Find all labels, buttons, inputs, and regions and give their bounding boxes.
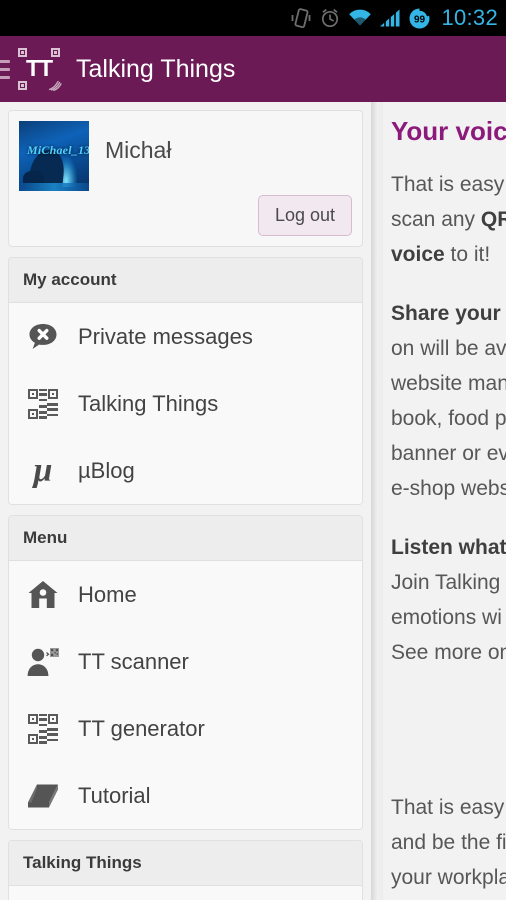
sidebar: MiChael_13 Michał Log out My account Pri… [0,102,371,900]
log-out-button[interactable]: Log out [257,195,352,236]
app-root: 99 10:32 TT Talking Things MiChael_13 Mi… [0,0,506,900]
signal-bars-icon [380,9,400,27]
content-heading: Your voice [391,116,506,146]
sidebar-item-label: Home [78,581,137,607]
profile-username: Michał [105,137,172,163]
qr-code-icon [23,388,63,419]
section-header-my-account: My account [9,258,362,303]
paragraph-text: book, food p [391,407,506,430]
sidebar-item-tt-scanner[interactable]: TT scanner [9,628,362,695]
sidebar-item-private-messages[interactable]: Private messages [9,303,362,370]
status-bar-clock: 10:32 [441,5,498,30]
home-icon [23,580,63,610]
paragraph-text: on will be av [391,337,506,360]
qr-code-icon [23,713,63,744]
vibrate-icon [292,8,311,29]
sidebar-item-label: Tutorial [78,782,151,808]
paragraph-text: See more on [391,641,506,664]
section-talking-things: Talking Things TT About the software [8,840,363,900]
section-header-talking-things: Talking Things [9,841,362,886]
paragraph-text: scan any [391,208,481,231]
sidebar-item-home[interactable]: Home [9,561,362,628]
content-paragraph-4: That is easy and be the fi your workpla … [391,790,506,900]
paragraph-text: your workpla [391,866,506,889]
avatar[interactable]: MiChael_13 [19,121,89,191]
book-icon [23,782,63,810]
sidebar-item-about-the-software[interactable]: TT About the software [9,886,362,900]
paragraph-bold: QR [480,208,506,231]
sidebar-item-label: Private messages [78,323,253,349]
sidebar-item-label: Talking Things [78,390,219,416]
content-panel: Your voice That is easy scan any QR voic… [383,102,506,900]
main-content-row: MiChael_13 Michał Log out My account Pri… [0,102,506,900]
battery-icon: 99 [409,7,430,28]
status-bar: 99 10:32 [0,0,506,36]
page-title: Talking Things [76,54,236,83]
paragraph-text: emotions wi [391,606,502,629]
avatar-nickname-text: MiChael_13 [27,143,89,157]
content-paragraph-2: Share your e on will be av website man b… [391,296,506,506]
wifi-icon [349,9,372,26]
person-qr-scan-icon [23,646,63,678]
action-bar: TT Talking Things [0,36,506,102]
tt-logo-text: TT [25,54,53,81]
sidebar-item-label: TT generator [78,715,205,741]
battery-level-text: 99 [414,14,426,25]
paragraph-text: That is easy [391,173,505,196]
section-menu: Menu Home TT scanner TT generator Tutori… [8,515,363,830]
paragraph-lead-bold: Share your e [391,302,506,325]
qr-finder-bottom-left [18,81,27,90]
hamburger-icon[interactable] [0,59,10,79]
paragraph-lead-bold: Listen what [391,536,506,559]
mu-icon: μ [33,451,53,489]
paragraph-text: Join Talking [391,571,501,594]
panel-divider [371,102,383,900]
paragraph-text: That is easy [391,796,505,819]
content-paragraph-1: That is easy scan any QR voice to it! [391,167,506,272]
profile-card: MiChael_13 Michał Log out [8,110,363,247]
speech-bubble-close-icon [23,321,63,353]
section-my-account: My account Private messages Talking Thin… [8,257,363,505]
sound-wave-icon [48,80,62,91]
sidebar-item-tutorial[interactable]: Tutorial [9,762,362,829]
sidebar-item-ublog[interactable]: μ µBlog [9,437,362,504]
paragraph-bold: voice [391,243,445,266]
sidebar-item-talking-things[interactable]: Talking Things [9,370,362,437]
sidebar-item-tt-generator[interactable]: TT generator [9,695,362,762]
content-paragraph-3: Listen what Join Talking emotions wi See… [391,530,506,670]
sidebar-item-label: TT scanner [78,648,189,674]
paragraph-text: and be the fi [391,831,506,854]
paragraph-text: e-shop webs [391,477,506,500]
sidebar-item-label: µBlog [78,457,135,483]
tt-logo-icon[interactable]: TT [16,46,62,92]
paragraph-text: website man [391,372,506,395]
alarm-clock-icon [322,8,339,28]
paragraph-text: banner or ev [391,442,506,465]
section-header-menu: Menu [9,516,362,561]
paragraph-text: to it! [444,243,491,266]
